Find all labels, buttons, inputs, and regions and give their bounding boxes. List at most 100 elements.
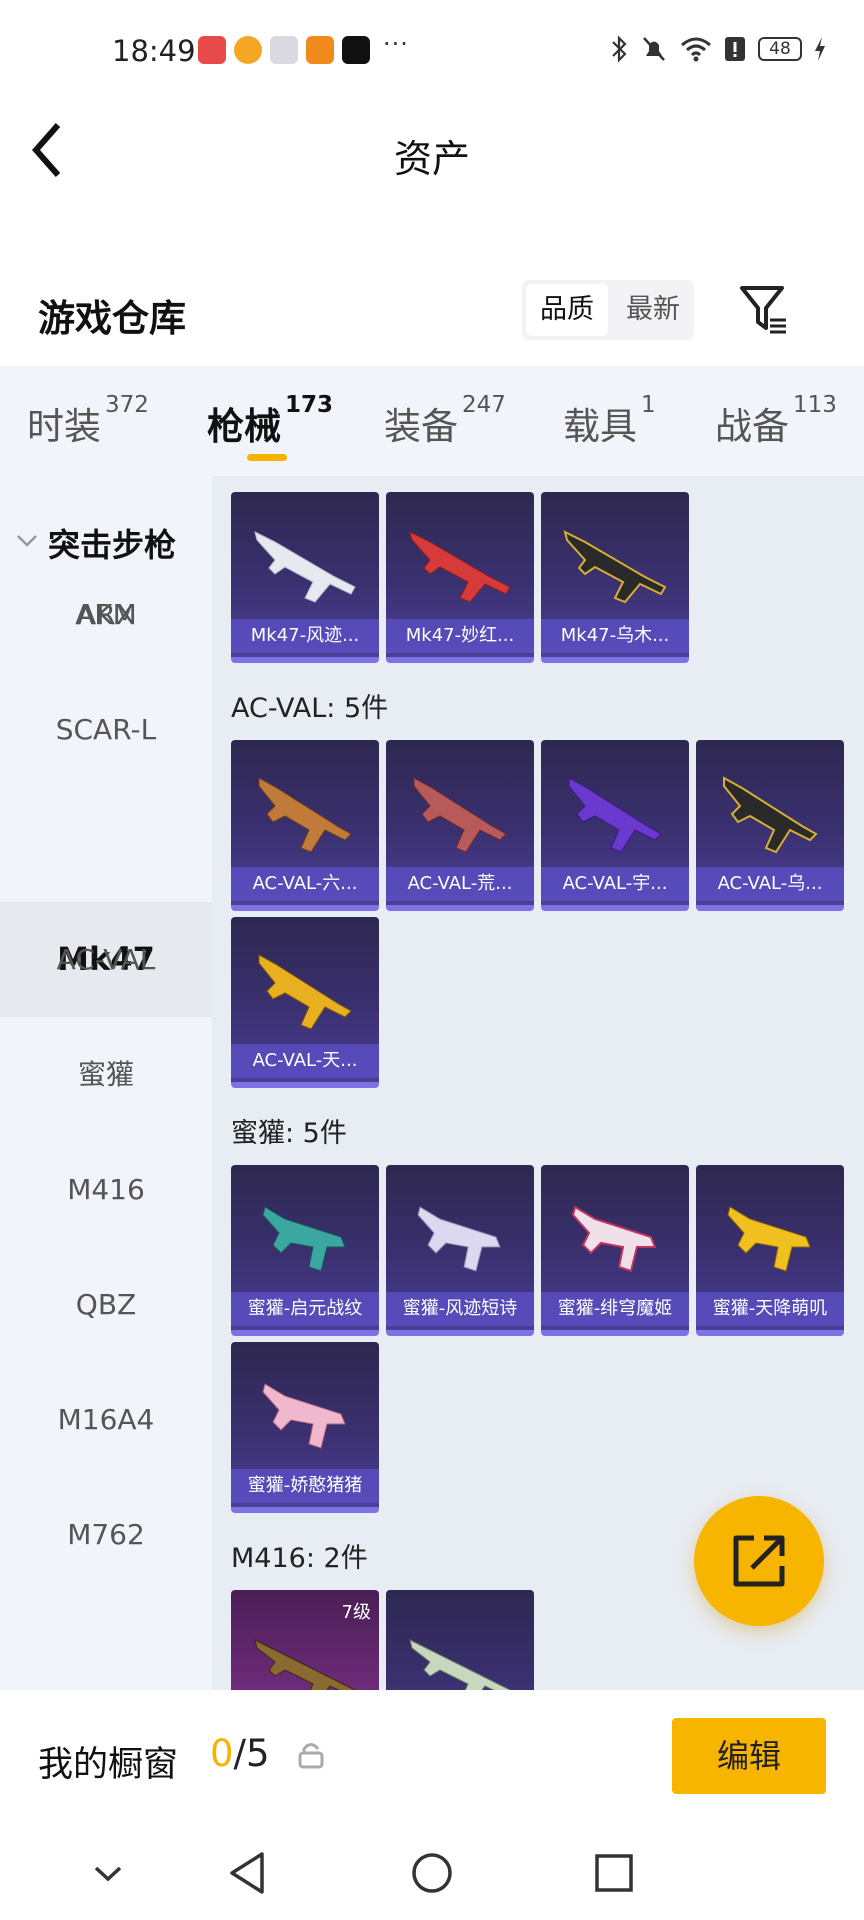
tab-vehicles[interactable]: 载具 1 <box>563 392 656 450</box>
rifle-image <box>254 1639 356 1692</box>
alert-icon <box>725 37 745 61</box>
showcase-count: 0/5 <box>210 1732 270 1775</box>
section-label: AC-VAL: 5件 <box>231 693 389 724</box>
weapon-card[interactable]: 蜜獾-绯穹魔姬 <box>541 1165 689 1336</box>
app-notification-icon <box>198 36 226 64</box>
sort-toggle: 品质 最新 <box>522 280 694 340</box>
category-tabs: 时装 372 枪械 173 装备 247 载具 1 战备 113 <box>0 366 864 476</box>
tab-count: 173 <box>285 392 334 418</box>
filter-icon <box>740 286 786 334</box>
nav-down-icon <box>94 1866 122 1882</box>
status-bar: 18:49 ··· 48 <box>0 0 864 100</box>
header: 资产 <box>0 100 864 210</box>
weapon-card-name: Mk47-乌木... <box>541 619 689 653</box>
edit-button[interactable]: 编辑 <box>672 1718 826 1794</box>
weapon-card[interactable]: Mk47-乌木... <box>541 492 689 663</box>
weapon-card[interactable]: AC-VAL-六... <box>231 740 379 911</box>
warehouse-header: 游戏仓库 品质 最新 <box>0 262 864 354</box>
weapon-card[interactable]: AC-VAL-宇... <box>541 740 689 911</box>
sidebar-item-honey-badger[interactable]: 蜜獾 <box>0 1017 212 1132</box>
weapon-card[interactable]: 7级 <box>231 1590 379 1692</box>
smg-image <box>571 1205 657 1273</box>
tab-equipment[interactable]: 装备 247 <box>384 392 506 450</box>
share-fab-button[interactable] <box>694 1496 824 1626</box>
weapon-card[interactable]: AC-VAL-乌... <box>696 740 844 911</box>
tab-label: 载具 <box>563 405 637 448</box>
battery-indicator: 48 <box>758 37 802 61</box>
weapon-card-name: AC-VAL-六... <box>231 867 379 901</box>
sidebar-item-scar-l[interactable]: SCAR-L <box>0 672 212 787</box>
weapon-card[interactable]: AC-VAL-天... <box>231 917 379 1088</box>
app-notification-icon <box>306 36 334 64</box>
filter-button[interactable] <box>736 282 792 338</box>
bluetooth-icon <box>612 35 627 63</box>
sidebar-item-ac-val[interactable]: AC-VAL <box>0 902 212 1017</box>
app-notification-icon <box>270 36 298 64</box>
nav-recent-button[interactable] <box>584 1848 644 1898</box>
rifle-image <box>254 531 356 603</box>
system-nav-bar <box>0 1830 864 1920</box>
showcase-current: 0 <box>210 1732 234 1775</box>
app-notification-icon <box>234 36 262 64</box>
rifle-image <box>409 531 511 603</box>
sidebar-item-m16a4[interactable]: M16A4 <box>0 1362 212 1477</box>
page-title: 资产 <box>393 137 470 181</box>
nav-recent-icon <box>595 1854 633 1892</box>
sidebar-item-m416[interactable]: M416 <box>0 1132 212 1247</box>
weapon-card-name: 蜜獾-天降萌叽 <box>696 1292 844 1326</box>
weapon-card-name: 蜜獾-绯穹魔姬 <box>541 1292 689 1326</box>
weapon-card[interactable]: 蜜獾-天降萌叽 <box>696 1165 844 1336</box>
nav-back-icon <box>230 1852 264 1894</box>
weapon-card[interactable]: Mk47-妙红... <box>386 492 534 663</box>
section-label: 蜜獾: 5件 <box>231 1118 347 1149</box>
smg-image <box>727 1206 811 1272</box>
tab-label: 枪械 <box>207 405 281 448</box>
tab-label: 战备 <box>715 405 789 448</box>
mute-bell-icon <box>643 37 665 61</box>
tab-count: 247 <box>462 392 506 418</box>
smg-image <box>262 1383 346 1449</box>
tab-count: 372 <box>105 392 149 418</box>
showcase-total: /5 <box>233 1732 270 1775</box>
weapon-card[interactable]: 蜜獾-启元战纹 <box>231 1165 379 1336</box>
weapon-card-name: AC-VAL-宇... <box>541 867 689 901</box>
tiktok-icon <box>342 36 370 64</box>
sidebar-item-qbz[interactable]: QBZ <box>0 1247 212 1362</box>
weapon-card-name: AC-VAL-天... <box>231 1044 379 1078</box>
weapon-card[interactable]: 蜜獾-娇憨猪猪 <box>231 1342 379 1513</box>
nav-back-button[interactable] <box>218 1848 278 1898</box>
tab-fashion[interactable]: 时装 372 <box>27 392 149 450</box>
weapon-card-name: AC-VAL-乌... <box>696 867 844 901</box>
status-time: 18:49 <box>112 34 196 68</box>
smg-image <box>262 1206 346 1272</box>
chevron-down-icon <box>17 535 37 547</box>
weapon-card[interactable] <box>386 1590 534 1692</box>
weapon-card-name: AC-VAL-荒... <box>386 867 534 901</box>
sidebar-item-arx[interactable]: ARX <box>0 557 212 672</box>
rifle-image <box>723 776 818 854</box>
rifle-image <box>409 1639 511 1692</box>
wifi-icon <box>681 37 711 62</box>
rifle-image <box>258 777 352 853</box>
weapon-card-name: 蜜獾-娇憨猪猪 <box>231 1469 379 1503</box>
sort-latest-button[interactable]: 最新 <box>612 280 694 340</box>
status-app-icons <box>198 36 370 64</box>
weapon-card[interactable]: Mk47-风迹... <box>231 492 379 663</box>
tab-label: 时装 <box>27 405 101 448</box>
weapon-card[interactable]: AC-VAL-荒... <box>386 740 534 911</box>
weapon-card-name: Mk47-妙红... <box>386 619 534 653</box>
active-tab-indicator <box>247 454 287 461</box>
nav-collapse-button[interactable] <box>78 1848 138 1898</box>
tab-supplies[interactable]: 战备 113 <box>715 392 837 450</box>
sidebar-item-m762[interactable]: M762 <box>0 1477 212 1592</box>
sort-quality-button[interactable]: 品质 <box>526 284 608 336</box>
weapon-card-name: 蜜獾-启元战纹 <box>231 1292 379 1326</box>
nav-home-button[interactable] <box>402 1848 462 1898</box>
tab-label: 装备 <box>384 405 458 448</box>
tab-count: 1 <box>641 392 656 418</box>
section-label: M416: 2件 <box>231 1543 368 1574</box>
charging-icon <box>815 37 825 61</box>
weapon-card[interactable]: 蜜獾-风迹短诗 <box>386 1165 534 1336</box>
tab-firearms[interactable]: 枪械 173 <box>207 392 333 450</box>
showcase-bar: 我的橱窗 0/5 编辑 <box>0 1690 864 1830</box>
